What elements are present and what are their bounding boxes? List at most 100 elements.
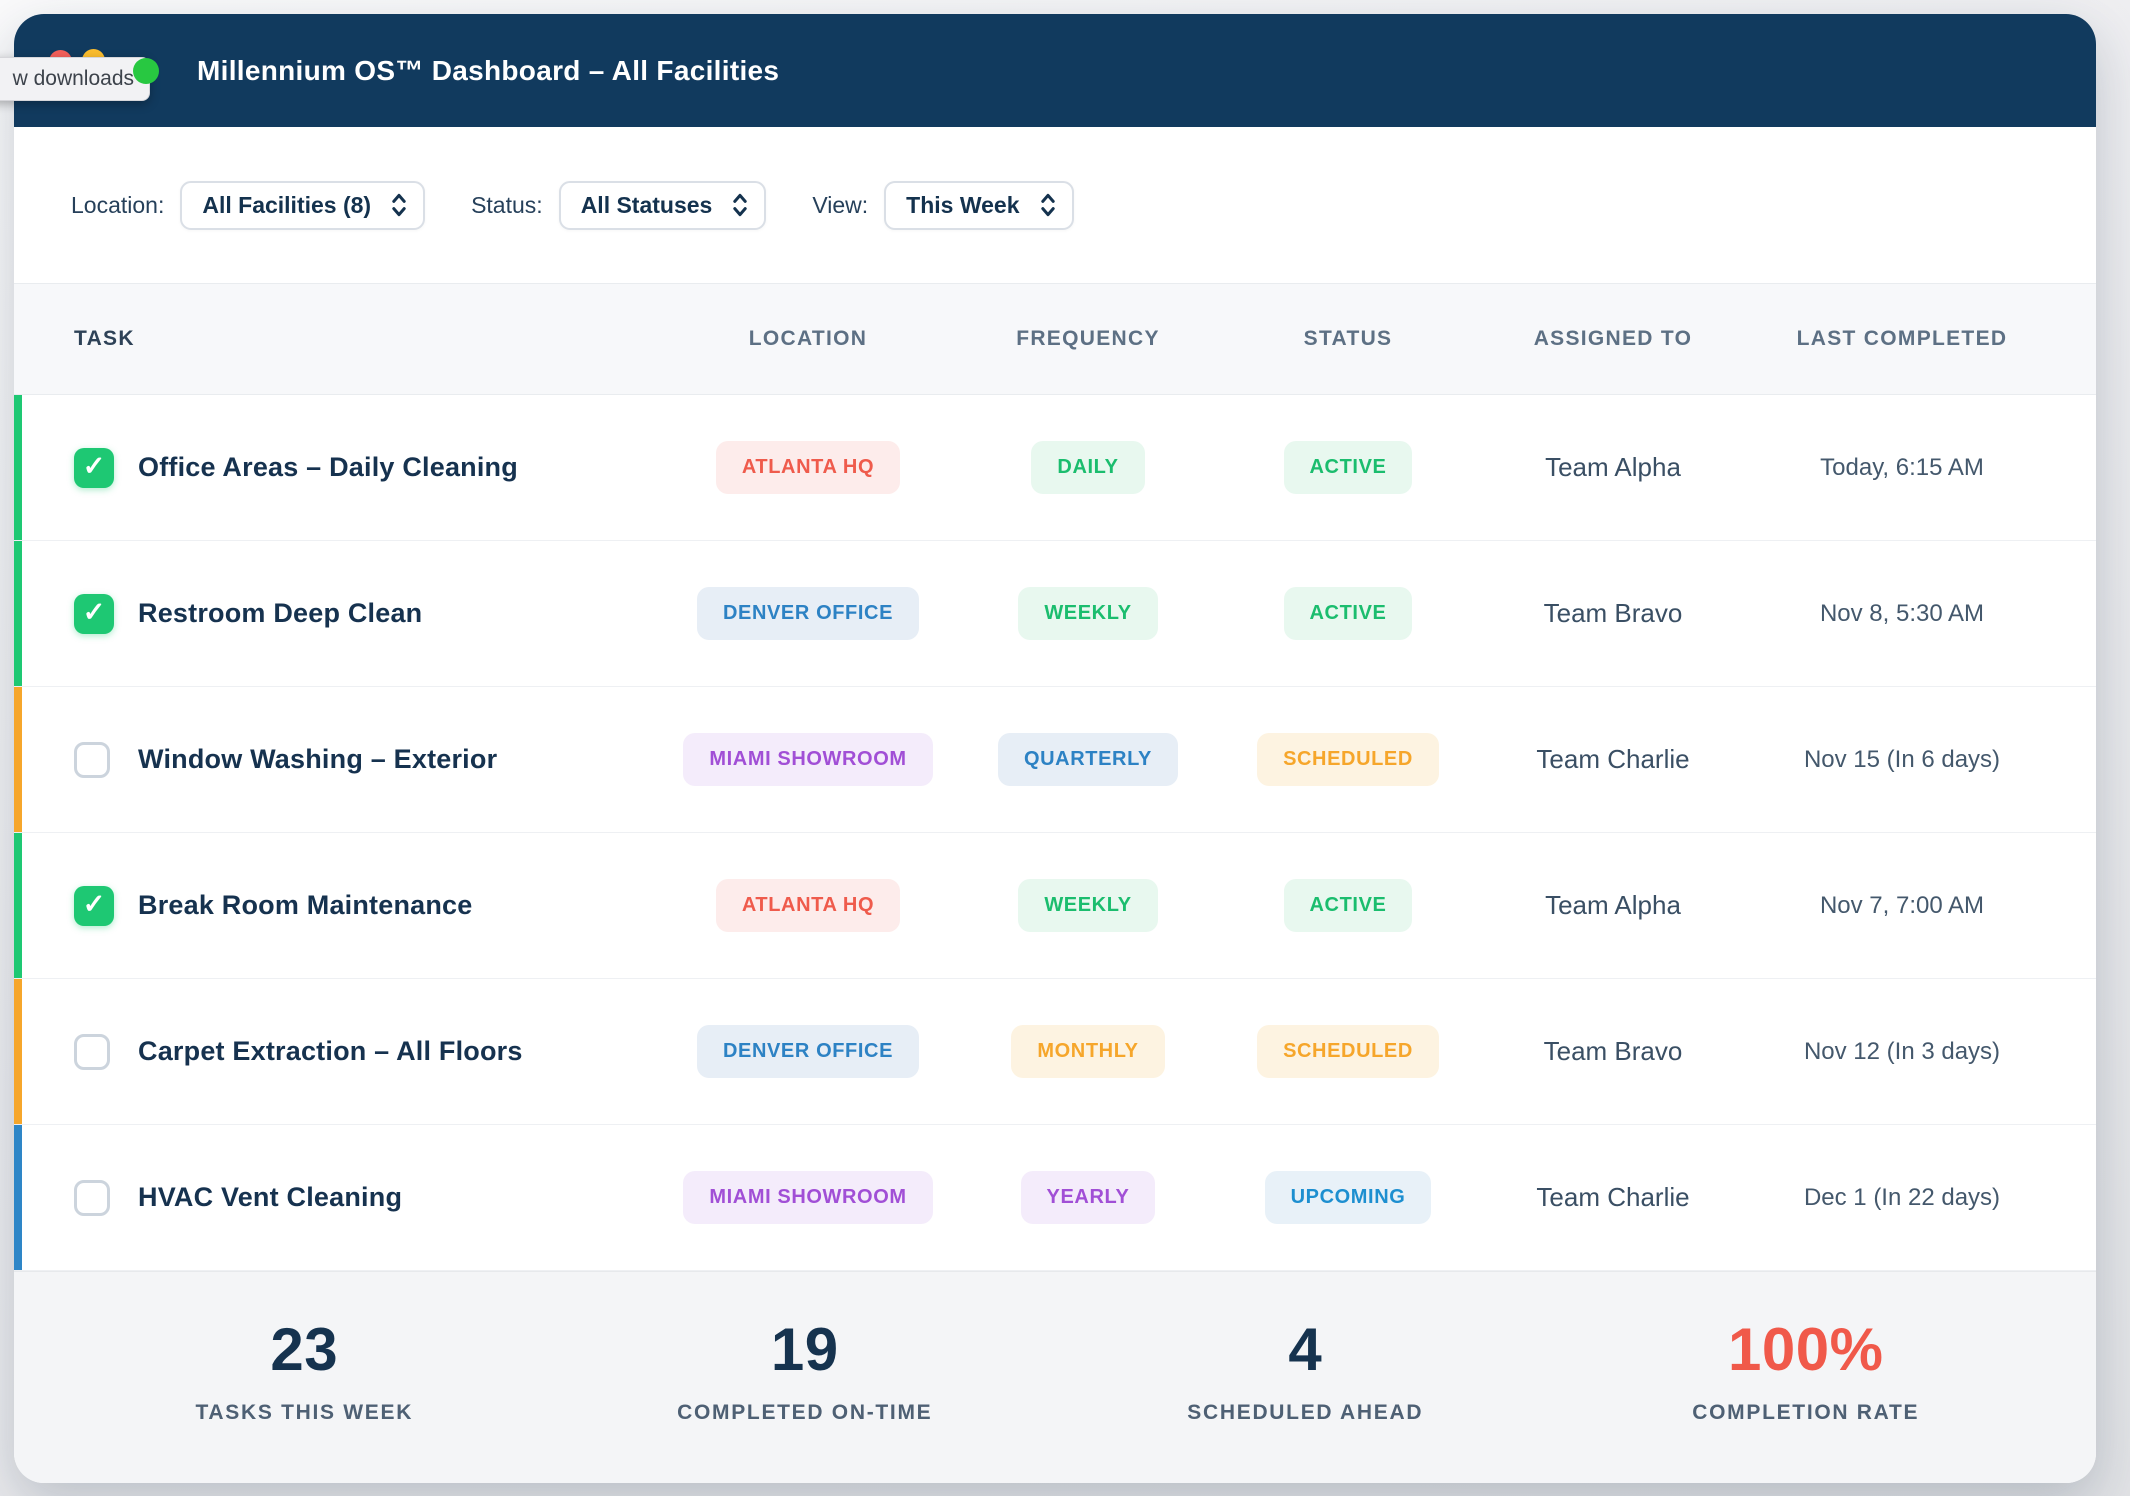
status-badge: ACTIVE: [1284, 587, 1413, 640]
location-cell: ATLANTA HQ: [658, 879, 958, 932]
row-status-accent-strip: [14, 687, 22, 832]
table-header-row: TASK LOCATION FREQUENCY STATUS ASSIGNED …: [14, 283, 2096, 395]
column-header[interactable]: STATUS: [1218, 327, 1478, 351]
column-header[interactable]: LAST COMPLETED: [1748, 327, 2056, 351]
frequency-cell: YEARLY: [958, 1171, 1218, 1224]
frequency-badge: YEARLY: [1021, 1171, 1156, 1224]
status-badge: SCHEDULED: [1257, 733, 1439, 786]
location-cell: DENVER OFFICE: [658, 587, 958, 640]
stat-card: 23 TASKS THIS WEEK: [54, 1315, 555, 1425]
location-cell: MIAMI SHOWROOM: [658, 733, 958, 786]
frequency-cell: MONTHLY: [958, 1025, 1218, 1078]
column-header[interactable]: TASK: [74, 327, 658, 351]
row-status-accent-strip: [14, 833, 22, 978]
stat-card: 19 COMPLETED ON-TIME: [555, 1315, 1056, 1425]
last-completed: Nov 8, 5:30 AM: [1748, 600, 2056, 628]
filter-select[interactable]: This Week: [884, 181, 1073, 230]
last-completed: Nov 15 (In 6 days): [1748, 746, 2056, 774]
location-badge: ATLANTA HQ: [716, 441, 900, 494]
frequency-badge: WEEKLY: [1018, 879, 1157, 932]
frequency-badge: DAILY: [1031, 441, 1144, 494]
zoom-button[interactable]: [133, 58, 159, 84]
stat-value: 19: [555, 1315, 1056, 1384]
assigned-to: Team Alpha: [1478, 452, 1748, 483]
row-status-accent-strip: [14, 395, 22, 540]
frequency-badge: MONTHLY: [1011, 1025, 1164, 1078]
table-row[interactable]: ✓ Window Washing – Exterior MIAMI SHOWRO…: [14, 687, 2096, 833]
checkbox-cell: ✓: [74, 1034, 138, 1070]
location-badge: MIAMI SHOWROOM: [683, 1171, 932, 1224]
status-badge: ACTIVE: [1284, 441, 1413, 494]
table-row[interactable]: ✓ Restroom Deep Clean DENVER OFFICE WEEK…: [14, 541, 2096, 687]
last-completed: Nov 7, 7:00 AM: [1748, 892, 2056, 920]
chevron-up-down-icon: [1040, 192, 1056, 218]
table-row[interactable]: ✓ HVAC Vent Cleaning MIAMI SHOWROOM YEAR…: [14, 1125, 2096, 1271]
desktop-background: { "window": { "title": "Millennium OS™ D…: [0, 0, 2130, 1496]
task-name: Restroom Deep Clean: [138, 598, 658, 629]
stat-value: 4: [1055, 1315, 1556, 1384]
frequency-badge: WEEKLY: [1018, 587, 1157, 640]
assigned-to: Team Bravo: [1478, 598, 1748, 629]
stat-label: SCHEDULED AHEAD: [1055, 1401, 1556, 1425]
status-cell: ACTIVE: [1218, 441, 1478, 494]
filter-select-value: All Statuses: [581, 192, 713, 219]
task-name: Office Areas – Daily Cleaning: [138, 452, 658, 483]
status-badge: SCHEDULED: [1257, 1025, 1439, 1078]
stat-value: 100%: [1556, 1315, 2057, 1384]
filter-select-value: This Week: [906, 192, 1019, 219]
filter-label: Status:: [471, 192, 543, 219]
task-checkbox[interactable]: ✓: [74, 594, 114, 634]
column-header[interactable]: FREQUENCY: [958, 327, 1218, 351]
frequency-cell: QUARTERLY: [958, 733, 1218, 786]
app-window: Millennium OS™ Dashboard – All Facilitie…: [14, 14, 2096, 1483]
task-checkbox[interactable]: ✓: [74, 448, 114, 488]
assigned-to: Team Alpha: [1478, 890, 1748, 921]
checkbox-cell: ✓: [74, 448, 138, 488]
task-checkbox[interactable]: ✓: [74, 1034, 110, 1070]
table-row[interactable]: ✓ Carpet Extraction – All Floors DENVER …: [14, 979, 2096, 1125]
location-badge: DENVER OFFICE: [697, 1025, 919, 1078]
location-cell: DENVER OFFICE: [658, 1025, 958, 1078]
check-icon: ✓: [83, 599, 106, 626]
table-row[interactable]: ✓ Office Areas – Daily Cleaning ATLANTA …: [14, 395, 2096, 541]
row-status-accent-strip: [14, 541, 22, 686]
task-checkbox[interactable]: ✓: [74, 1180, 110, 1216]
checkbox-cell: ✓: [74, 742, 138, 778]
assigned-to: Team Bravo: [1478, 1036, 1748, 1067]
filter-bar: Location: All Facilities (8) Status: All…: [14, 127, 2096, 283]
status-cell: ACTIVE: [1218, 879, 1478, 932]
stat-label: COMPLETION RATE: [1556, 1401, 2057, 1425]
filter-select[interactable]: All Statuses: [559, 181, 767, 230]
stat-card: 4 SCHEDULED AHEAD: [1055, 1315, 1556, 1425]
task-name: Window Washing – Exterior: [138, 744, 658, 775]
table-row[interactable]: ✓ Break Room Maintenance ATLANTA HQ WEEK…: [14, 833, 2096, 979]
assigned-to: Team Charlie: [1478, 744, 1748, 775]
task-name: HVAC Vent Cleaning: [138, 1182, 658, 1213]
filter-label: Location:: [71, 192, 164, 219]
checkbox-cell: ✓: [74, 594, 138, 634]
column-header[interactable]: ASSIGNED TO: [1478, 327, 1748, 351]
filter-group: Location: All Facilities (8): [71, 181, 425, 230]
window-titlebar: Millennium OS™ Dashboard – All Facilitie…: [14, 14, 2096, 127]
downloads-tooltip: w downloads: [0, 57, 150, 101]
task-checkbox[interactable]: ✓: [74, 886, 114, 926]
column-header[interactable]: LOCATION: [658, 327, 958, 351]
filter-select[interactable]: All Facilities (8): [180, 181, 425, 230]
checkbox-cell: ✓: [74, 1180, 138, 1216]
last-completed: Today, 6:15 AM: [1748, 454, 2056, 482]
window-title: Millennium OS™ Dashboard – All Facilitie…: [197, 55, 779, 87]
row-status-accent-strip: [14, 1125, 22, 1270]
last-completed: Dec 1 (In 22 days): [1748, 1184, 2056, 1212]
stat-card: 100% COMPLETION RATE: [1556, 1315, 2057, 1425]
stats-footer: 23 TASKS THIS WEEK 19 COMPLETED ON-TIME …: [14, 1271, 2096, 1483]
location-cell: ATLANTA HQ: [658, 441, 958, 494]
frequency-cell: DAILY: [958, 441, 1218, 494]
frequency-badge: QUARTERLY: [998, 733, 1178, 786]
status-badge: UPCOMING: [1265, 1171, 1432, 1224]
location-cell: MIAMI SHOWROOM: [658, 1171, 958, 1224]
check-icon: ✓: [83, 891, 106, 918]
task-checkbox[interactable]: ✓: [74, 742, 110, 778]
status-cell: SCHEDULED: [1218, 733, 1478, 786]
chevron-up-down-icon: [391, 192, 407, 218]
status-cell: SCHEDULED: [1218, 1025, 1478, 1078]
